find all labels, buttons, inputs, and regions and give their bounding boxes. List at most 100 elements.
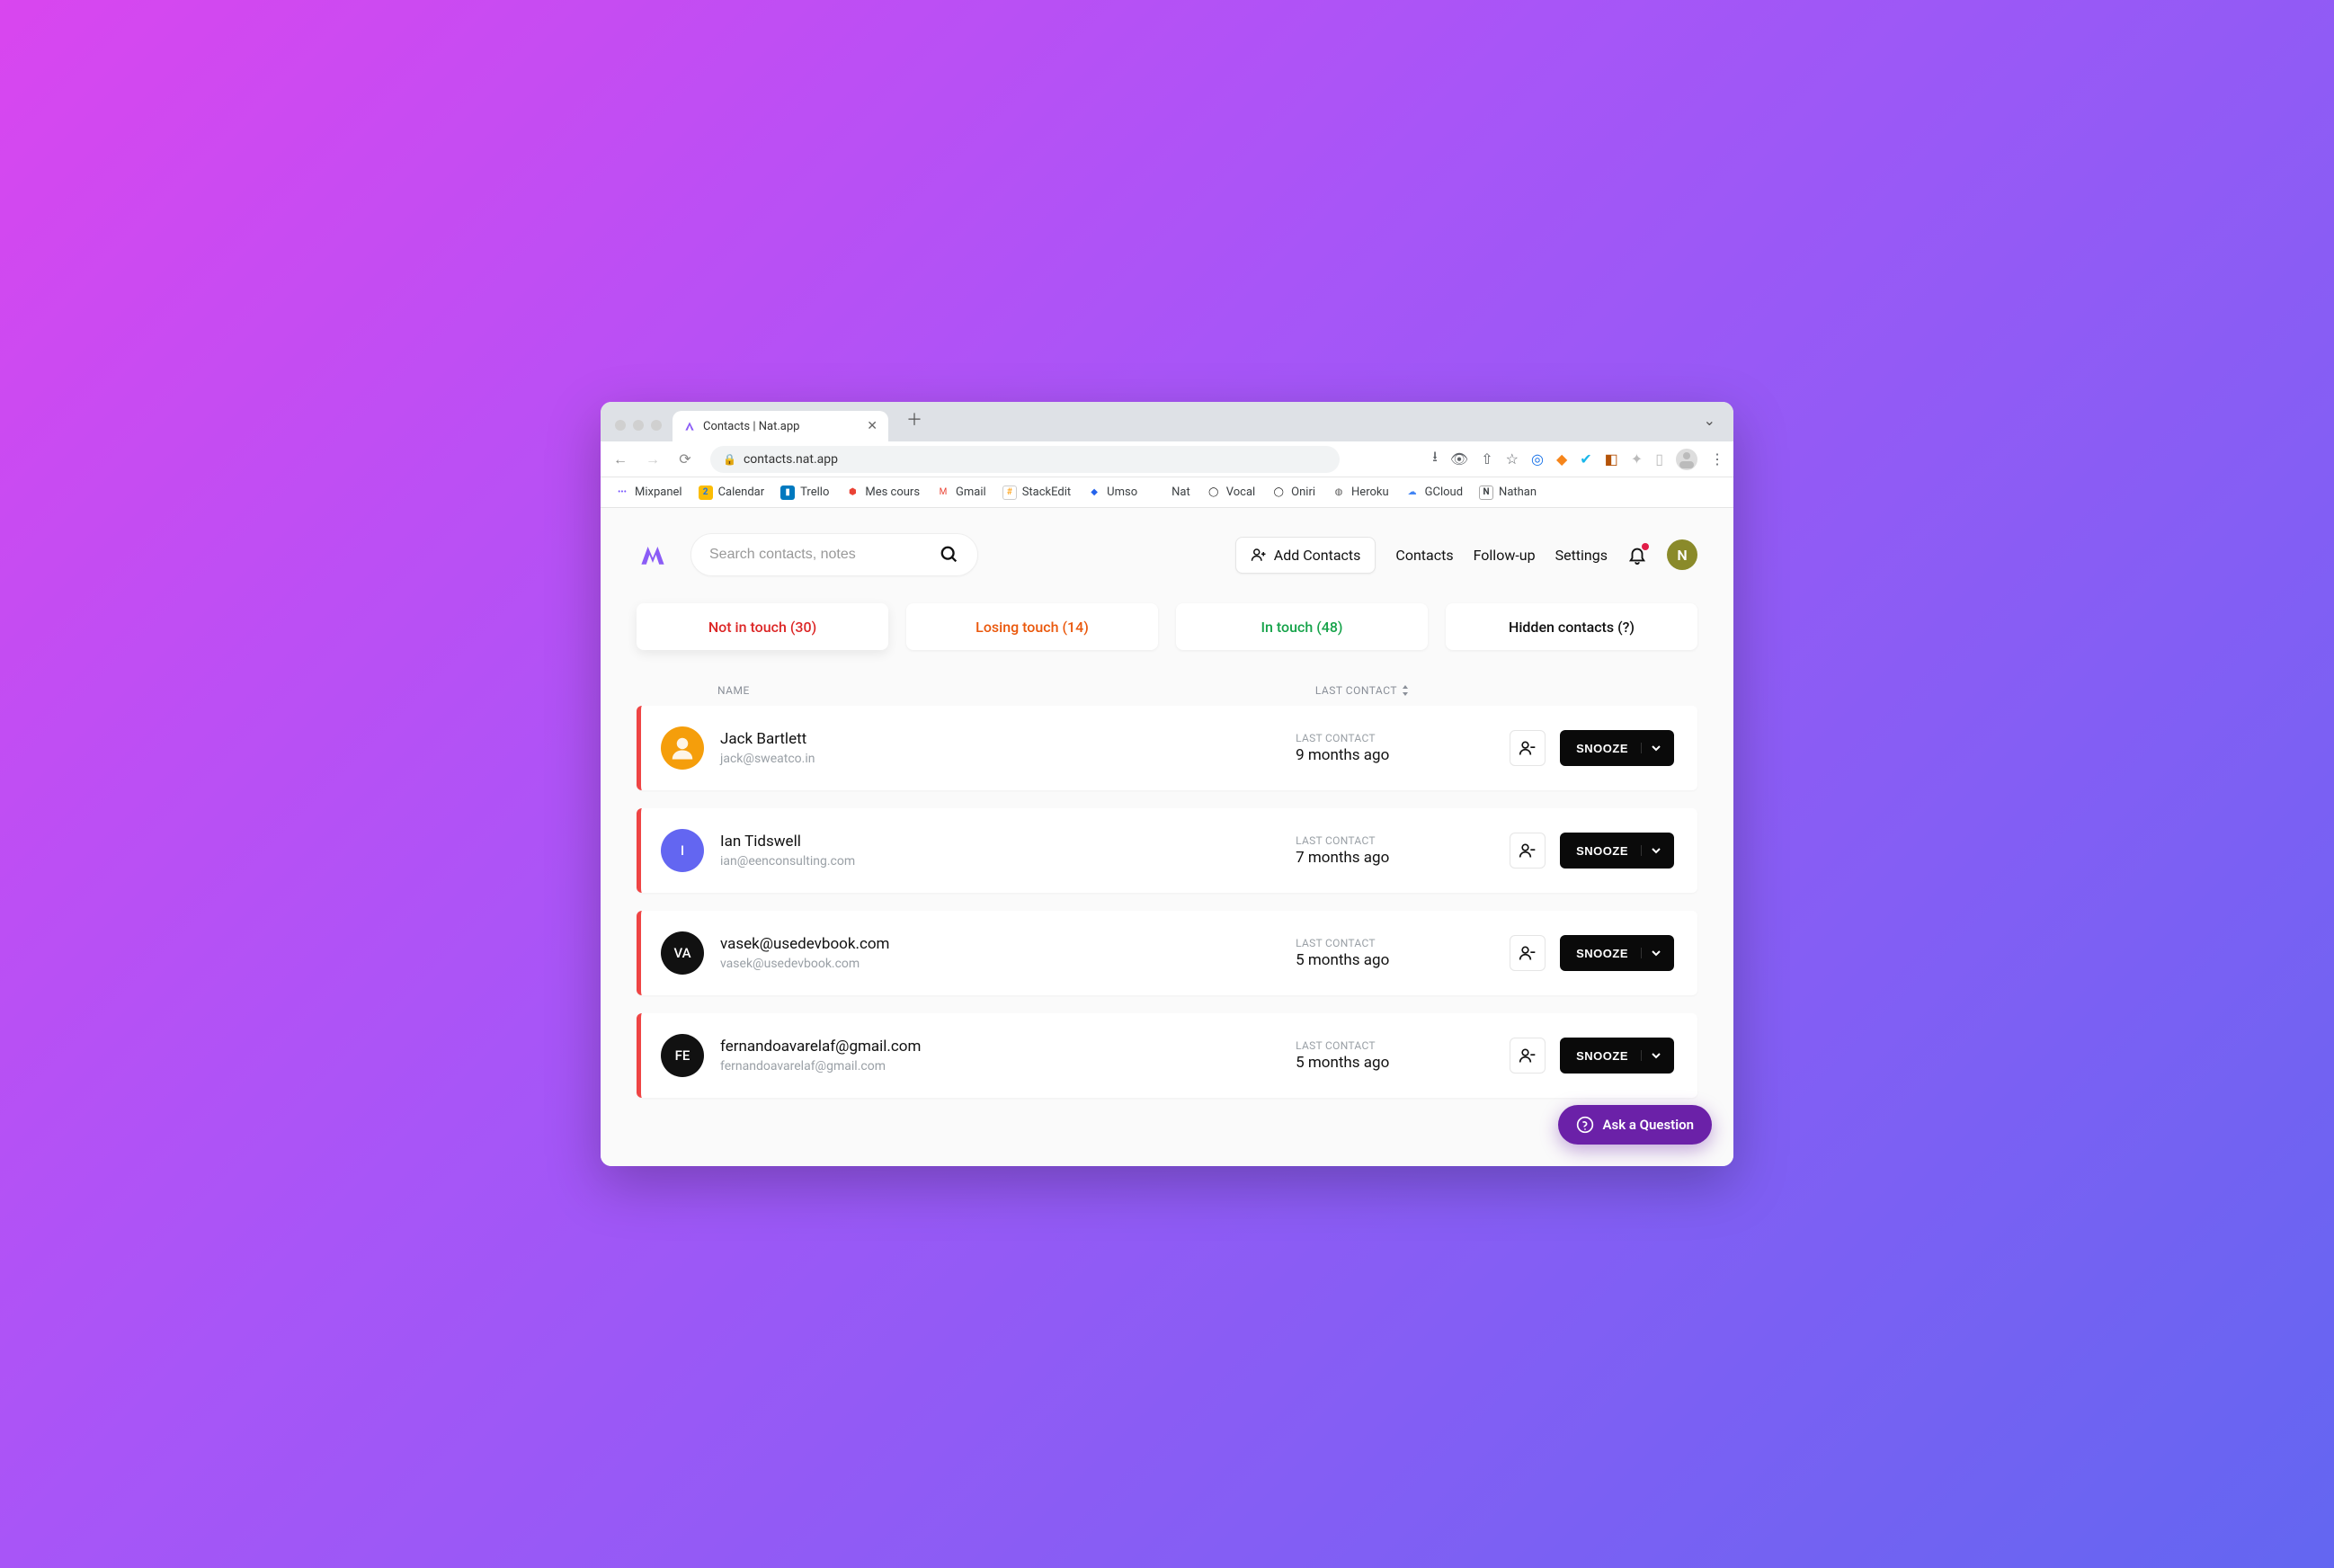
contact-email: vasek@usedevbook.com (720, 957, 1279, 971)
chevron-down-icon[interactable] (1641, 845, 1661, 856)
th-last-contact[interactable]: LAST CONTACT (1315, 684, 1410, 697)
share-icon[interactable]: ⇧ (1481, 450, 1492, 468)
nav-followup[interactable]: Follow-up (1474, 547, 1536, 564)
bookmark-gmail[interactable]: MGmail (936, 486, 986, 500)
extension-metamask-icon[interactable]: ◆ (1556, 450, 1567, 468)
url-field[interactable]: 🔒 contacts.nat.app (710, 446, 1340, 473)
address-bar: ← → ⟳ 🔒 contacts.nat.app ⭳ 👁 ⇧ ☆ ◎ ◆ ✔ ◧… (601, 441, 1733, 477)
row-actions: SNOOZE (1510, 1038, 1674, 1074)
maximize-window-icon[interactable] (651, 420, 662, 431)
download-icon[interactable]: ⭳ (1432, 447, 1438, 471)
minimize-window-icon[interactable] (633, 420, 644, 431)
chevron-down-icon[interactable] (1641, 948, 1661, 958)
row-actions: SNOOZE (1510, 833, 1674, 869)
snooze-button[interactable]: SNOOZE (1560, 730, 1674, 766)
extension-other-icon[interactable]: ◧ (1605, 450, 1618, 468)
kebab-menu-icon[interactable]: ⋮ (1710, 450, 1724, 468)
bookmark-mixpanel[interactable]: •••Mixpanel (615, 486, 682, 500)
eye-icon[interactable]: 👁 (1450, 450, 1468, 468)
bookmark-mescours[interactable]: ⬢Mes cours (845, 486, 920, 500)
filter-not-in-touch[interactable]: Not in touch (30) (637, 603, 888, 650)
close-window-icon[interactable] (615, 420, 626, 431)
bookmark-nathan[interactable]: NNathan (1479, 486, 1537, 500)
row-actions: SNOOZE (1510, 730, 1674, 766)
snooze-label: SNOOZE (1576, 844, 1628, 858)
filter-row: Not in touch (30) Losing touch (14) In t… (601, 594, 1733, 677)
bookmark-gcloud[interactable]: ☁GCloud (1405, 486, 1463, 500)
bookmarks-bar: •••Mixpanel 2Calendar ▮Trello ⬢Mes cours… (601, 477, 1733, 508)
app-logo-icon[interactable] (637, 539, 669, 571)
forward-button[interactable]: → (642, 450, 664, 468)
app-content: Add Contacts Contacts Follow-up Settings… (601, 508, 1733, 1166)
filter-losing-touch[interactable]: Losing touch (14) (906, 603, 1158, 650)
person-minus-icon (1519, 1047, 1537, 1065)
remove-contact-button[interactable] (1510, 935, 1546, 971)
table-header: NAME LAST CONTACT (601, 677, 1733, 706)
notification-dot-icon (1642, 543, 1649, 550)
nav-settings[interactable]: Settings (1555, 547, 1608, 564)
remove-contact-button[interactable] (1510, 730, 1546, 766)
person-minus-icon (1519, 842, 1537, 860)
star-icon[interactable]: ☆ (1506, 450, 1519, 468)
ask-question-button[interactable]: Ask a Question (1558, 1105, 1712, 1145)
help-icon (1576, 1116, 1594, 1134)
bookmark-vocal[interactable]: ◯Vocal (1207, 486, 1255, 500)
contact-name: vasek@usedevbook.com (720, 935, 1279, 953)
chevron-down-icon[interactable] (1641, 1050, 1661, 1061)
user-avatar[interactable]: N (1667, 539, 1697, 570)
snooze-label: SNOOZE (1576, 1049, 1628, 1063)
snooze-button[interactable]: SNOOZE (1560, 1038, 1674, 1074)
back-button[interactable]: ← (610, 450, 631, 468)
snooze-label: SNOOZE (1576, 742, 1628, 755)
contact-info: Ian Tidswell ian@eenconsulting.com (720, 833, 1279, 869)
app-header: Add Contacts Contacts Follow-up Settings… (601, 508, 1733, 594)
tab-strip: Contacts | Nat.app ✕ ＋ ⌄ (601, 402, 1733, 441)
add-contacts-button[interactable]: Add Contacts (1235, 537, 1376, 574)
nav-contacts[interactable]: Contacts (1395, 547, 1453, 564)
search-field[interactable] (690, 533, 978, 576)
last-contact-value: 9 months ago (1296, 746, 1493, 764)
contact-email: jack@sweatco.in (720, 752, 1279, 766)
contact-row[interactable]: FE fernandoavarelaf@gmail.com fernandoav… (637, 1013, 1697, 1098)
bookmark-oniri[interactable]: ◯Oniri (1271, 486, 1315, 500)
last-contact-label: LAST CONTACT (1296, 732, 1493, 744)
filter-in-touch[interactable]: In touch (48) (1176, 603, 1428, 650)
sort-icon (1401, 685, 1410, 696)
extension-vimeo-icon[interactable]: ✔ (1580, 450, 1591, 468)
last-contact: LAST CONTACT 5 months ago (1296, 937, 1493, 969)
last-contact-label: LAST CONTACT (1296, 834, 1493, 847)
bookmark-nat[interactable]: Nat (1171, 486, 1190, 499)
remove-contact-button[interactable] (1510, 833, 1546, 869)
reload-button[interactable]: ⟳ (674, 450, 696, 468)
new-tab-button[interactable]: ＋ (899, 404, 930, 434)
contact-email: fernandoavarelaf@gmail.com (720, 1059, 1279, 1074)
bookmark-umso[interactable]: ◆Umso (1087, 486, 1137, 500)
bookmark-trello[interactable]: ▮Trello (780, 486, 829, 500)
contact-row[interactable]: Jack Bartlett jack@sweatco.in LAST CONTA… (637, 706, 1697, 790)
remove-contact-button[interactable] (1510, 1038, 1546, 1074)
bookmark-heroku[interactable]: ◍Heroku (1332, 486, 1389, 500)
search-input[interactable] (709, 547, 929, 563)
panel-icon[interactable]: ▯ (1655, 450, 1663, 468)
person-minus-icon (1519, 739, 1537, 757)
window-controls[interactable] (615, 420, 662, 431)
contact-row[interactable]: VA vasek@usedevbook.com vasek@usedevbook… (637, 911, 1697, 995)
filter-hidden[interactable]: Hidden contacts (?) (1446, 603, 1697, 650)
tab-favicon-icon (683, 420, 696, 432)
profile-avatar-icon[interactable] (1676, 449, 1697, 470)
url-text: contacts.nat.app (744, 452, 838, 467)
toolbar-icons: ⭳ 👁 ⇧ ☆ ◎ ◆ ✔ ◧ ✦ ▯ ⋮ (1432, 447, 1724, 471)
contact-row[interactable]: I Ian Tidswell ian@eenconsulting.com LAS… (637, 808, 1697, 893)
bookmark-stackedit[interactable]: #StackEdit (1002, 486, 1071, 500)
notifications-button[interactable] (1627, 545, 1647, 565)
snooze-button[interactable]: SNOOZE (1560, 935, 1674, 971)
close-tab-icon[interactable]: ✕ (867, 419, 877, 433)
extensions-icon[interactable]: ✦ (1631, 450, 1643, 468)
browser-tab[interactable]: Contacts | Nat.app ✕ (673, 411, 888, 441)
last-contact: LAST CONTACT 5 months ago (1296, 1039, 1493, 1072)
snooze-button[interactable]: SNOOZE (1560, 833, 1674, 869)
bookmark-calendar[interactable]: 2Calendar (699, 486, 765, 500)
tabs-dropdown-icon[interactable]: ⌄ (1697, 408, 1723, 432)
extension-1password-icon[interactable]: ◎ (1531, 450, 1544, 468)
chevron-down-icon[interactable] (1641, 743, 1661, 753)
